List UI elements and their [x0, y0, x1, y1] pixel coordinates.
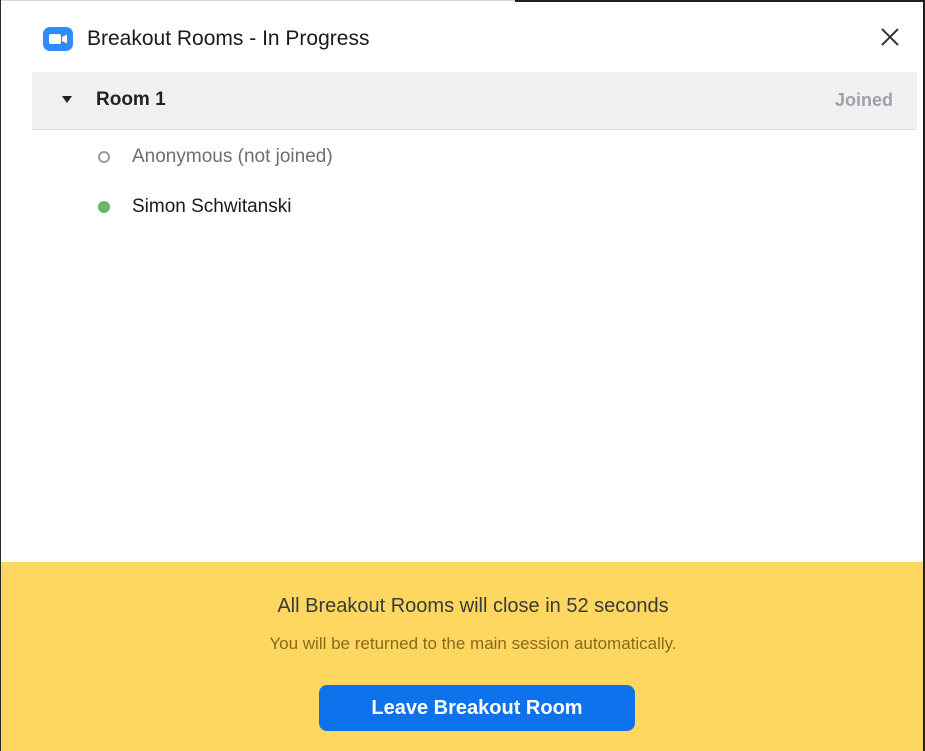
- caret-down-icon[interactable]: [62, 96, 72, 103]
- close-button[interactable]: [873, 22, 907, 56]
- window-title: Breakout Rooms - In Progress: [87, 27, 370, 50]
- breakout-rooms-window: Breakout Rooms - In Progress Room 1 Join…: [0, 0, 925, 751]
- zoom-camera-icon: [43, 27, 73, 51]
- leave-breakout-room-button[interactable]: Leave Breakout Room: [319, 685, 635, 731]
- joined-status-icon: [98, 201, 110, 213]
- close-icon: [880, 27, 900, 52]
- not-joined-status-icon: [98, 151, 110, 163]
- participant-name: Simon Schwitanski: [132, 196, 292, 217]
- room-row[interactable]: Room 1 Joined: [32, 72, 917, 130]
- participant-item: Anonymous (not joined): [98, 142, 333, 172]
- closing-banner: All Breakout Rooms will close in 52 seco…: [1, 562, 923, 751]
- title-bar: Breakout Rooms - In Progress: [1, 2, 923, 72]
- return-notice: You will be returned to the main session…: [269, 634, 677, 653]
- closing-countdown-message: All Breakout Rooms will close in 52 seco…: [277, 595, 669, 617]
- participant-item: Simon Schwitanski: [98, 192, 291, 222]
- room-name: Room 1: [96, 89, 166, 110]
- room-status: Joined: [834, 90, 893, 110]
- participant-name: Anonymous (not joined): [132, 146, 333, 167]
- window-border-top: [0, 0, 515, 1]
